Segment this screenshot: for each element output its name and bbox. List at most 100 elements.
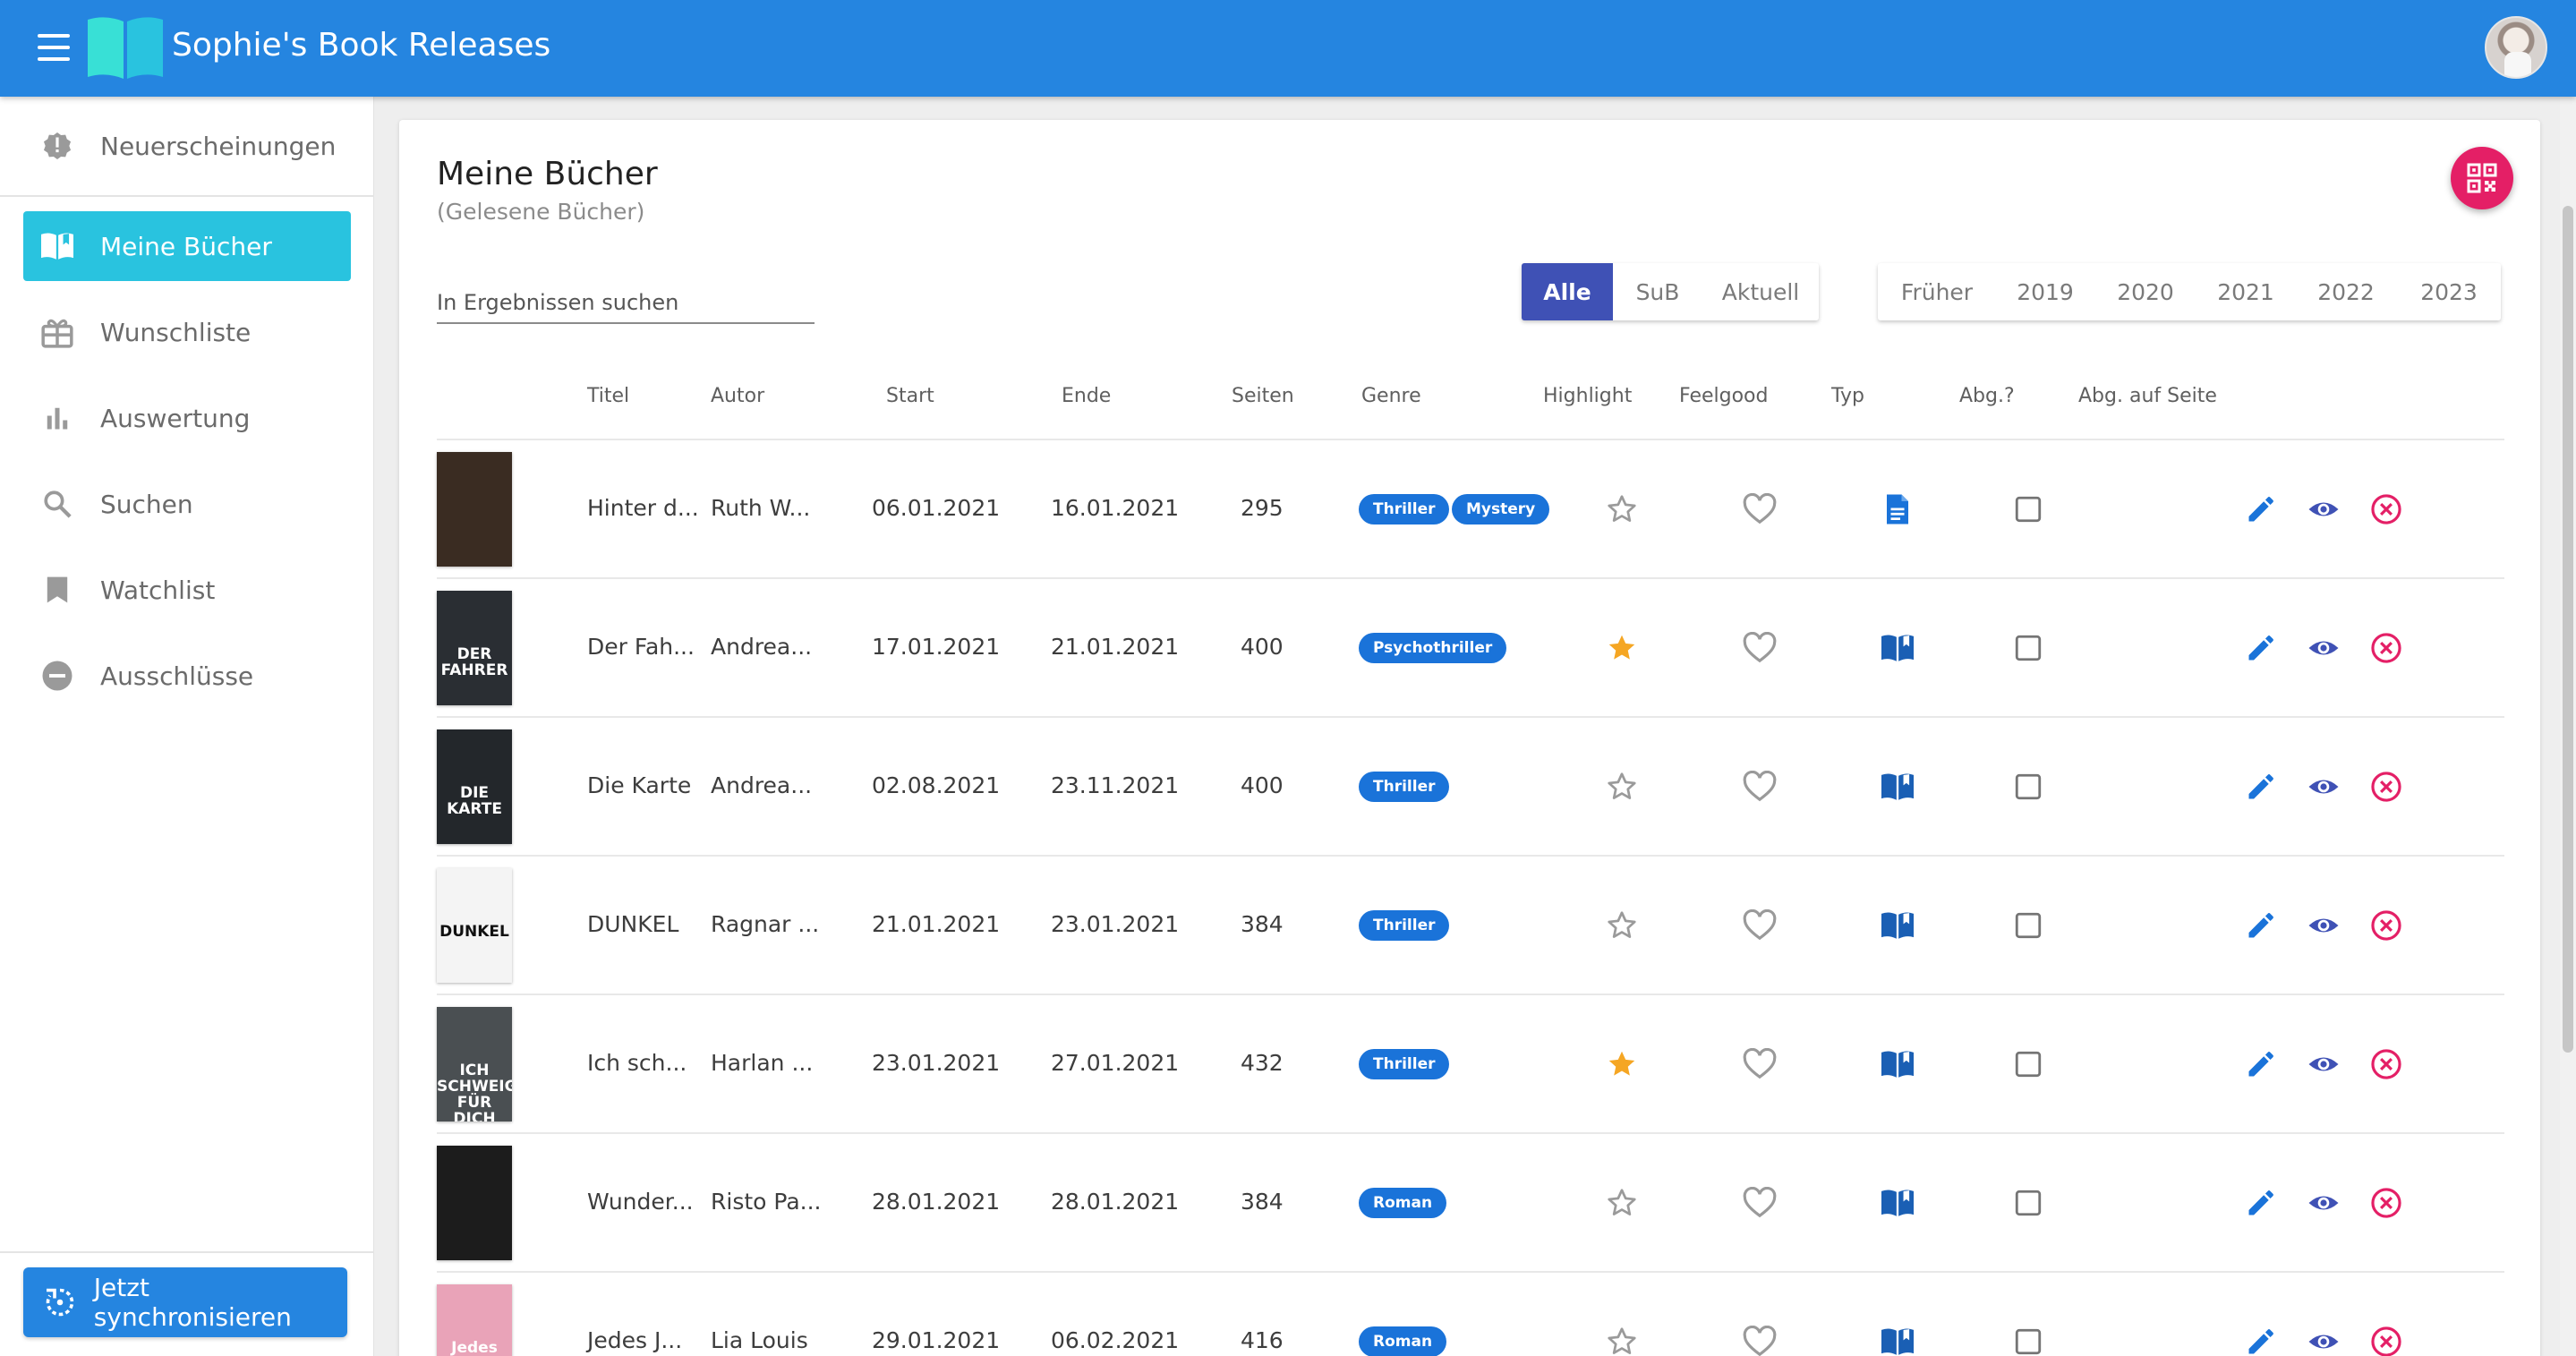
genre-chip[interactable]: Mystery [1452,494,1550,524]
search-input[interactable] [437,283,815,322]
sidebar-item-auswertung[interactable]: Auswertung [23,383,351,453]
abandoned-checkbox[interactable] [2009,1322,2048,1356]
delete-icon[interactable] [2367,1183,2406,1223]
scrollbar-thumb[interactable] [2563,206,2573,1053]
sidebar-item-meine-buecher[interactable]: Meine Bücher [23,211,351,281]
book-cover-image[interactable]: Jedes Jahr im [437,1284,512,1356]
genre-chip[interactable]: Roman [1359,1326,1447,1356]
filter-2019[interactable]: 2019 [1996,263,2094,320]
filter-sub[interactable]: SuB [1613,263,1702,320]
genre-chip[interactable]: Thriller [1359,910,1450,941]
column-header-titel[interactable]: Titel [587,385,629,407]
genre-chip[interactable]: Psychothriller [1359,633,1507,663]
delete-icon[interactable] [2367,1045,2406,1084]
delete-icon[interactable] [2367,490,2406,529]
abandoned-checkbox[interactable] [2009,1045,2048,1084]
sidebar-item-ausschluesse[interactable]: Ausschlüsse [23,641,351,711]
edit-icon[interactable] [2241,906,2281,945]
table-row[interactable]: ICH SCHWEIGE FÜR DICH Ich sch... Harlan ..… [437,994,2504,1132]
sidebar-item-suchen[interactable]: Suchen [23,469,351,539]
view-icon[interactable] [2304,906,2343,945]
delete-icon[interactable] [2367,628,2406,668]
book-cover-image[interactable]: DER FAHRER [437,591,512,705]
filter-2021[interactable]: 2021 [2196,263,2295,320]
filter-alle[interactable]: Alle [1522,263,1613,320]
column-header-start[interactable]: Start [886,385,934,407]
user-avatar[interactable] [2485,16,2547,79]
table-row[interactable]: Hinter d... Ruth W... 06.01.2021 16.01.2021… [437,439,2504,577]
table-row[interactable]: Jedes Jahr im Jedes J... Lia Louis 29.01.20… [437,1271,2504,1356]
page-scrollbar[interactable] [2560,97,2576,1356]
abandoned-checkbox[interactable] [2009,767,2048,806]
filter-2020[interactable]: 2020 [2094,263,2196,320]
filter-2023[interactable]: 2023 [2397,263,2501,320]
star-filled-icon[interactable] [1602,628,1642,668]
filter-2022[interactable]: 2022 [2295,263,2397,320]
column-header-abgebrochen[interactable]: Abg.? [1959,385,2015,407]
abandoned-checkbox[interactable] [2009,906,2048,945]
column-header-autor[interactable]: Autor [711,385,764,407]
abandoned-checkbox[interactable] [2009,1183,2048,1223]
book-cover-image[interactable] [437,452,512,567]
book-pages: 295 [1241,495,1284,521]
table-row[interactable]: Wunder... Risto Pa... 28.01.2021 28.01.2021… [437,1132,2504,1271]
abandoned-checkbox[interactable] [2009,490,2048,529]
view-icon[interactable] [2304,490,2343,529]
star-outline-icon[interactable] [1602,1183,1642,1223]
delete-icon[interactable] [2367,767,2406,806]
genre-chip[interactable]: Thriller [1359,494,1450,524]
delete-icon[interactable] [2367,1322,2406,1356]
heart-outline-icon[interactable] [1740,628,1779,668]
edit-icon[interactable] [2241,490,2281,529]
star-outline-icon[interactable] [1602,906,1642,945]
view-icon[interactable] [2304,767,2343,806]
heart-outline-icon[interactable] [1740,1322,1779,1356]
edit-icon[interactable] [2241,1183,2281,1223]
edit-icon[interactable] [2241,767,2281,806]
book-cover-image[interactable]: DUNKEL [437,868,512,983]
star-outline-icon[interactable] [1602,490,1642,529]
view-icon[interactable] [2304,1322,2343,1356]
view-icon[interactable] [2304,1045,2343,1084]
edit-icon[interactable] [2241,628,2281,668]
table-row[interactable]: DUNKEL DUNKEL Ragnar ... 21.01.2021 23.01.20… [437,855,2504,994]
edit-icon[interactable] [2241,1045,2281,1084]
heart-outline-icon[interactable] [1740,767,1779,806]
menu-icon[interactable] [38,34,70,61]
column-header-highlight[interactable]: Highlight [1543,385,1632,407]
sidebar-item-watchlist[interactable]: Watchlist [23,555,351,625]
book-cover-image[interactable]: DIE KARTE [437,729,512,844]
column-header-seiten[interactable]: Seiten [1232,385,1294,407]
abandoned-checkbox[interactable] [2009,628,2048,668]
genre-chip[interactable]: Thriller [1359,772,1450,802]
table-row[interactable]: DER FAHRER Der Fah... Andrea... 17.01.2021 2… [437,577,2504,716]
heart-outline-icon[interactable] [1740,1183,1779,1223]
column-header-typ[interactable]: Typ [1831,385,1864,407]
book-cover-image[interactable]: ICH SCHWEIGE FÜR DICH [437,1007,512,1121]
heart-outline-icon[interactable] [1740,906,1779,945]
column-header-genre[interactable]: Genre [1361,385,1421,407]
book-pages: 384 [1241,1189,1284,1215]
genre-chip[interactable]: Thriller [1359,1049,1450,1079]
star-outline-icon[interactable] [1602,767,1642,806]
heart-outline-icon[interactable] [1740,490,1779,529]
filter-frueher[interactable]: Früher [1878,263,1996,320]
column-header-feelgood[interactable]: Feelgood [1679,385,1768,407]
sync-button[interactable]: Jetzt synchronisieren [23,1267,347,1337]
filter-aktuell[interactable]: Aktuell [1702,263,1819,320]
delete-icon[interactable] [2367,906,2406,945]
heart-outline-icon[interactable] [1740,1045,1779,1084]
genre-chip[interactable]: Roman [1359,1188,1447,1218]
column-header-abg-auf-seite[interactable]: Abg. auf Seite [2078,385,2217,407]
table-row[interactable]: DIE KARTE Die Karte Andrea... 02.08.2021 23.… [437,716,2504,855]
book-cover-image[interactable] [437,1146,512,1260]
star-filled-icon[interactable] [1602,1045,1642,1084]
star-outline-icon[interactable] [1602,1322,1642,1356]
sidebar-item-wunschliste[interactable]: Wunschliste [23,297,351,367]
sidebar-item-neuerscheinungen[interactable]: Neuerscheinungen [23,111,351,181]
column-header-ende[interactable]: Ende [1062,385,1111,407]
edit-icon[interactable] [2241,1322,2281,1356]
view-icon[interactable] [2304,1183,2343,1223]
qr-code-button[interactable] [2451,147,2513,209]
view-icon[interactable] [2304,628,2343,668]
